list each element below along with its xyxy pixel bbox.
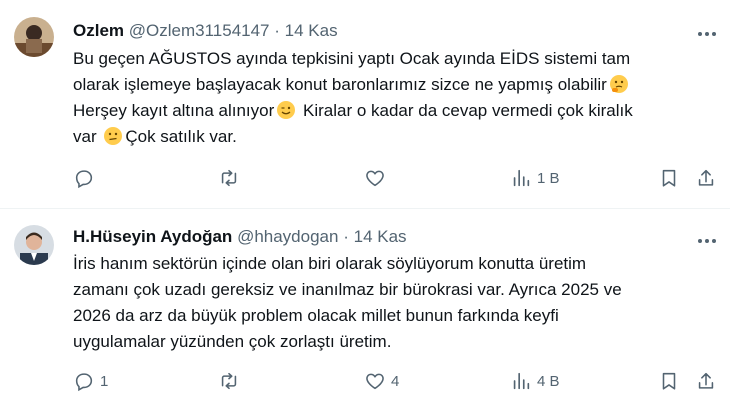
reply-icon [75, 373, 93, 392]
tweet-text-span: Kiralar o kadar da cevap vermedi çok kir… [298, 101, 633, 120]
views-button[interactable]: 4 B [510, 369, 560, 393]
tweet-header: Ozlem @Ozlem31154147 · 14 Kas [73, 21, 338, 41]
share-icon [698, 372, 714, 389]
views-chart-icon [513, 372, 530, 390]
tweet-text: Bu geçen AĞUSTOS ayında tepkisini yaptı … [73, 46, 718, 150]
tweet-line: var Çok satılık var. [73, 124, 718, 150]
heart-icon [366, 373, 384, 390]
like-count: 4 [391, 372, 400, 390]
confused-face-emoji-icon [104, 127, 123, 145]
tweet-line: olarak işlemeye başlayacak konut baronla… [73, 72, 718, 98]
like-button[interactable]: 4 [364, 369, 399, 393]
display-name[interactable]: Ozlem [73, 21, 124, 40]
user-handle[interactable]: @Ozlem31154147 [129, 21, 270, 40]
view-count: 4 B [537, 372, 560, 390]
tweet-line: Herşey kayıt altına alınıyor Kiralar o k… [73, 98, 718, 124]
tweet-line: zamanı çok uzadı gereksiz ve inanılmaz b… [73, 280, 622, 299]
display-name[interactable]: H.Hüseyin Aydoğan [73, 227, 232, 246]
views-chart-icon [513, 169, 530, 187]
more-options-icon[interactable] [696, 24, 718, 44]
bookmark-icon [662, 372, 676, 390]
separator: · [274, 21, 280, 40]
like-button[interactable] [364, 166, 391, 190]
separator: · [343, 227, 349, 246]
tweet-line: 2026 da arz da büyük problem olacak mill… [73, 306, 559, 325]
tweet-date[interactable]: 14 Kas [285, 21, 338, 40]
view-count: 1 B [537, 169, 560, 187]
tweet[interactable]: Ozlem @Ozlem31154147 · 14 Kas Bu geçen A… [0, 0, 730, 209]
tweet-line: uygulamalar yüzünden çok zorlaştı üretim… [73, 332, 392, 351]
tweet[interactable]: H.Hüseyin Aydoğan @hhaydogan · 14 Kas İr… [0, 209, 730, 420]
reply-button[interactable]: 1 [73, 369, 108, 393]
share-button[interactable] [695, 369, 717, 393]
repost-icon [221, 372, 237, 390]
tweet-text-span: Herşey kayıt altına alınıyor [73, 101, 275, 120]
bookmark-button[interactable] [658, 166, 680, 190]
tweet-actions: 1 4 4 B [73, 369, 720, 393]
share-icon [698, 169, 714, 186]
tweet-text-span: Çok satılık var. [125, 127, 237, 146]
views-button[interactable]: 1 B [510, 166, 560, 190]
thinking-face-emoji-icon [609, 75, 628, 93]
user-handle[interactable]: @hhaydogan [237, 227, 338, 246]
repost-button[interactable] [218, 369, 245, 393]
heart-icon [366, 170, 384, 187]
repost-icon [221, 169, 237, 187]
repost-button[interactable] [218, 166, 245, 190]
reply-button[interactable] [73, 166, 100, 190]
bookmark-icon [662, 169, 676, 187]
tweet-text-span: var [73, 127, 102, 146]
avatar[interactable] [14, 17, 54, 57]
tweet-header: H.Hüseyin Aydoğan @hhaydogan · 14 Kas [73, 227, 407, 247]
reply-count: 1 [100, 372, 109, 390]
tweet-line: İris hanım sektörün içinde olan biri ola… [73, 254, 587, 273]
tweet-text: İris hanım sektörün içinde olan biri ola… [73, 251, 718, 355]
bookmark-button[interactable] [658, 369, 680, 393]
tweet-date[interactable]: 14 Kas [354, 227, 407, 246]
share-button[interactable] [695, 166, 717, 190]
reply-icon [75, 170, 93, 189]
tweet-actions: 1 B [73, 166, 720, 190]
tweet-line: Bu geçen AĞUSTOS ayında tepkisini yaptı … [73, 49, 631, 68]
tweet-text-span: olarak işlemeye başlayacak konut baronla… [73, 75, 607, 94]
more-options-icon[interactable] [696, 231, 718, 251]
winking-face-emoji-icon [277, 101, 296, 119]
avatar[interactable] [14, 225, 54, 265]
